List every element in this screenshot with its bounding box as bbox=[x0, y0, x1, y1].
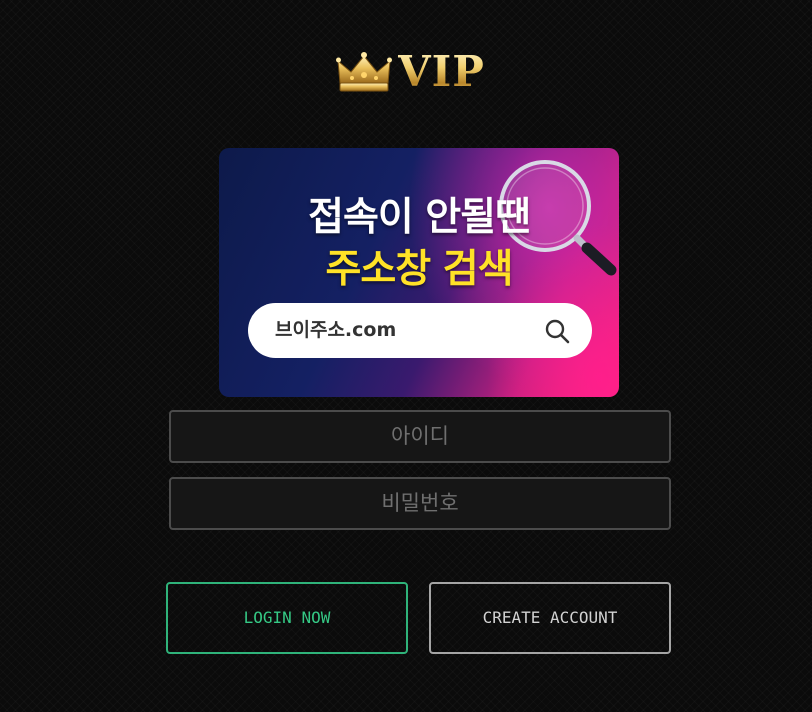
id-input[interactable]: 아이디 bbox=[169, 410, 671, 463]
banner-search-text: 브이주소.com bbox=[275, 319, 397, 341]
search-icon bbox=[545, 319, 570, 344]
password-placeholder: 비밀번호 bbox=[381, 491, 459, 515]
login-button-label: LOGIN NOW bbox=[243, 608, 331, 627]
banner-search-bar: 브이주소.com bbox=[248, 303, 592, 358]
login-button[interactable]: LOGIN NOW bbox=[166, 582, 408, 654]
vip-logo[interactable]: VIP bbox=[336, 50, 485, 94]
address-search-banner[interactable]: 접속이 안될땐 주소창 검색 브이주소.com bbox=[219, 148, 619, 397]
logo-text: VIP bbox=[398, 47, 485, 96]
id-placeholder: 아이디 bbox=[391, 424, 449, 448]
password-input[interactable]: 비밀번호 bbox=[169, 477, 671, 530]
banner-headline: 접속이 안될땐 bbox=[308, 195, 531, 240]
create-account-button[interactable]: CREATE ACCOUNT bbox=[429, 582, 671, 654]
create-account-button-label: CREATE ACCOUNT bbox=[482, 608, 618, 627]
crown-icon bbox=[336, 52, 392, 92]
banner-subheadline: 주소창 검색 bbox=[325, 247, 514, 292]
